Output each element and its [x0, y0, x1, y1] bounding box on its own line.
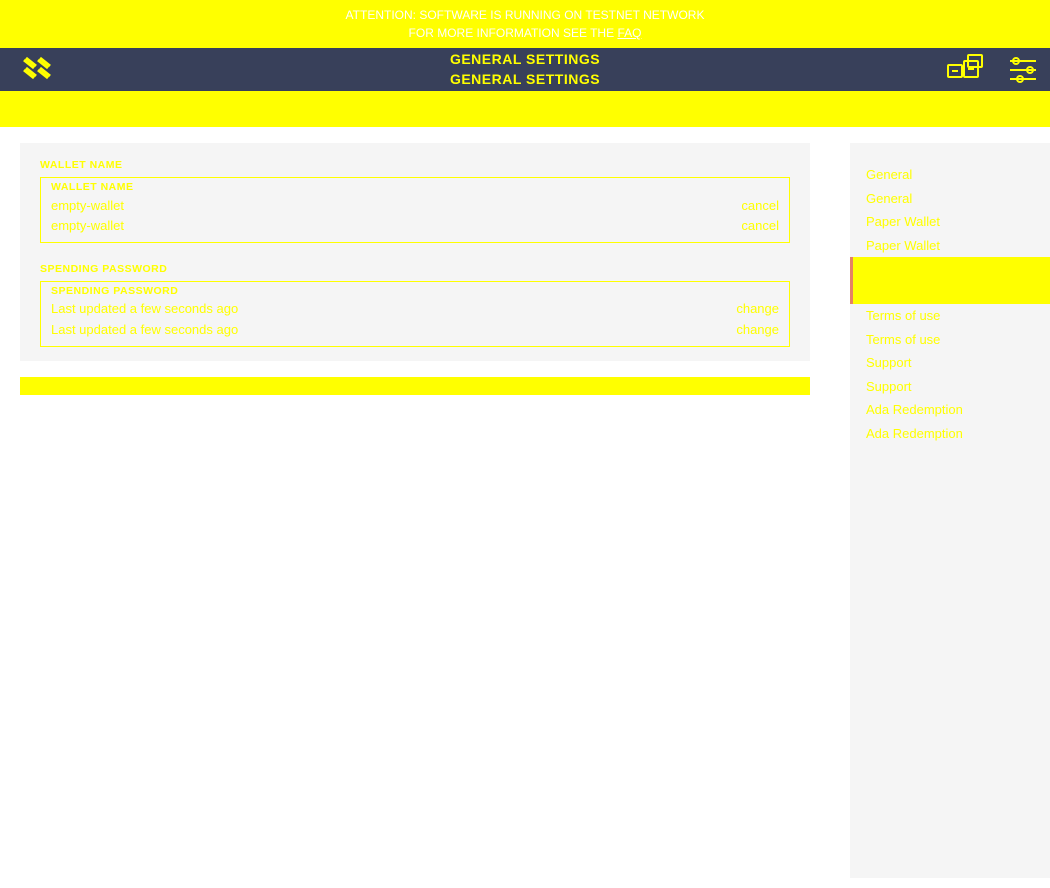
wallet-name-cancel[interactable]: cancel	[741, 196, 779, 216]
sidebar-list: GeneralGeneralPaper WalletPaper WalletWa…	[850, 163, 1050, 445]
sidebar-item-general[interactable]: General	[850, 163, 1050, 187]
content: WALLET NAME WALLET NAME empty-wallet can…	[0, 127, 1050, 878]
yellow-strip	[0, 91, 1050, 127]
wallet-name-box-label: WALLET NAME	[51, 180, 779, 196]
spending-password-group: SPENDING PASSWORD SPENDING PASSWORD Last…	[40, 261, 790, 347]
sidebar: GeneralGeneralPaper WalletPaper WalletWa…	[850, 143, 1050, 878]
spending-password-value-dup: Last updated a few seconds ago	[51, 320, 238, 340]
settings-panel: WALLET NAME WALLET NAME empty-wallet can…	[20, 143, 810, 361]
sidebar-item-terms-of-use[interactable]: Terms of use	[850, 304, 1050, 328]
sidebar-item-general[interactable]: General	[850, 187, 1050, 211]
sidebar-item-ada-redemption[interactable]: Ada Redemption	[850, 422, 1050, 446]
spending-password-change-dup[interactable]: change	[736, 320, 779, 340]
spending-password-box-label: SPENDING PASSWORD	[51, 284, 779, 300]
sidebar-item-paper-wallet[interactable]: Paper Wallet	[850, 210, 1050, 234]
sidebar-item-paper-wallet[interactable]: Paper Wallet	[850, 234, 1050, 258]
spending-password-change[interactable]: change	[736, 299, 779, 319]
sidebar-item-ada-redemption[interactable]: Ada Redemption	[850, 398, 1050, 422]
testnet-banner: ATTENTION: SOFTWARE IS RUNNING ON TESTNE…	[0, 0, 1050, 48]
wallet-name-value: empty-wallet	[51, 196, 124, 216]
nav-title: GENERAL SETTINGS GENERAL SETTINGS	[450, 50, 600, 89]
faq-link[interactable]: FAQ	[617, 26, 641, 40]
sliders-icon[interactable]	[1006, 53, 1040, 87]
banner-line2: FOR MORE INFORMATION SEE THE FAQ	[0, 24, 1050, 42]
sidebar-item-wallet[interactable]: Wallet	[850, 257, 1050, 281]
screens-icon[interactable]	[946, 53, 986, 87]
sidebar-item-support[interactable]: Support	[850, 375, 1050, 399]
bottom-yellow-block	[20, 377, 810, 395]
banner-line1: ATTENTION: SOFTWARE IS RUNNING ON TESTNE…	[0, 6, 1050, 24]
sidebar-item-support[interactable]: Support	[850, 351, 1050, 375]
wallet-name-value-dup: empty-wallet	[51, 216, 124, 236]
main-column: WALLET NAME WALLET NAME empty-wallet can…	[0, 127, 830, 878]
spending-password-label: SPENDING PASSWORD	[40, 261, 790, 278]
wallet-name-box: WALLET NAME empty-wallet cancel empty-wa…	[40, 177, 790, 243]
menu-icon[interactable]	[20, 52, 56, 88]
spending-password-box: SPENDING PASSWORD Last updated a few sec…	[40, 281, 790, 347]
sidebar-item-wallet[interactable]: Wallet	[850, 281, 1050, 305]
spending-password-value: Last updated a few seconds ago	[51, 299, 238, 319]
nav-icons	[946, 53, 1040, 87]
sidebar-item-terms-of-use[interactable]: Terms of use	[850, 328, 1050, 352]
nav-bar: GENERAL SETTINGS GENERAL SETTINGS	[0, 48, 1050, 91]
wallet-name-cancel-dup[interactable]: cancel	[741, 216, 779, 236]
wallet-name-label: WALLET NAME	[40, 157, 790, 174]
wallet-name-group: WALLET NAME WALLET NAME empty-wallet can…	[40, 157, 790, 243]
